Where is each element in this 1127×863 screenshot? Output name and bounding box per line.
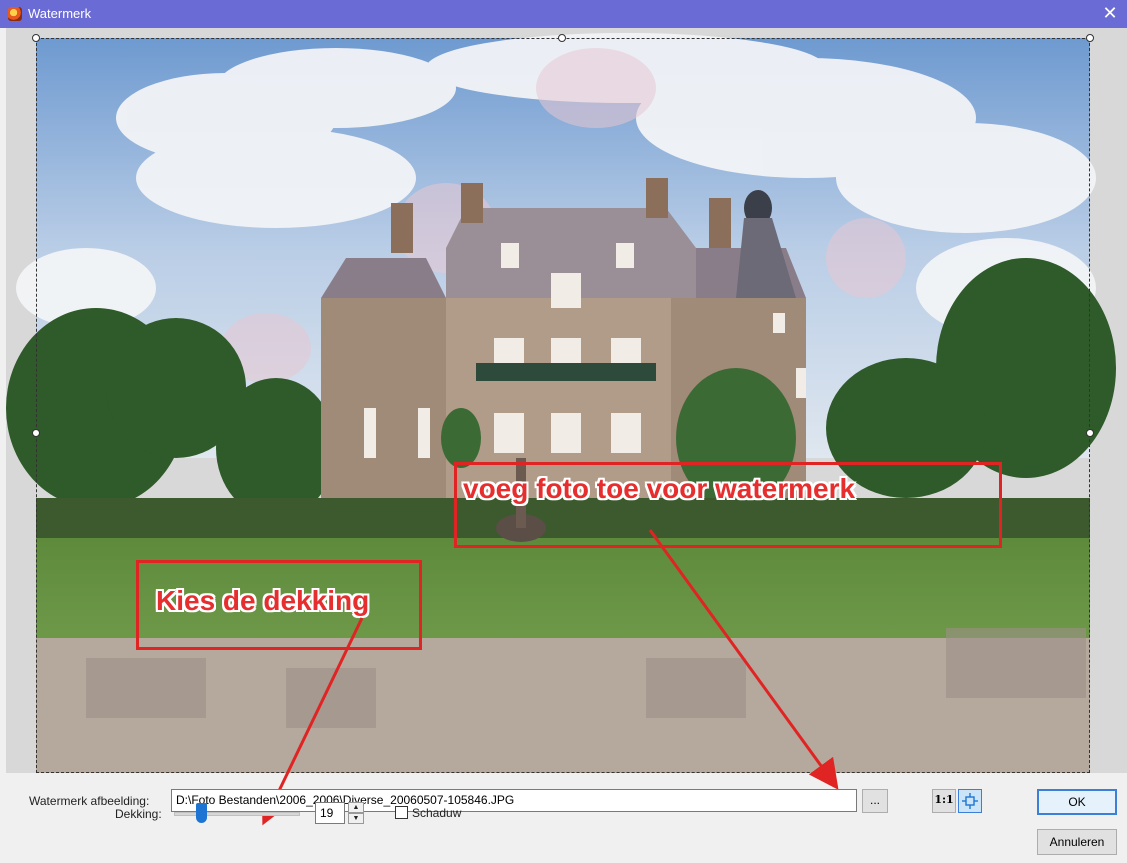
resize-handle-middle-left[interactable]	[32, 429, 40, 437]
opacity-slider-track[interactable]	[174, 812, 300, 816]
spin-down-button[interactable]: ▼	[348, 813, 364, 824]
resize-handle-middle-right[interactable]	[1086, 429, 1094, 437]
watermark-image-label: Watermerk afbeelding:	[29, 794, 150, 808]
close-icon[interactable]: ✕	[1093, 0, 1127, 28]
opacity-slider-thumb[interactable]	[196, 803, 207, 823]
annotation-add-photo: voeg foto toe voor watermerk	[463, 473, 856, 504]
app-icon	[8, 7, 22, 21]
shadow-checkbox[interactable]	[395, 806, 408, 819]
resize-handle-top-middle[interactable]	[558, 34, 566, 42]
resize-handle-top-right[interactable]	[1086, 34, 1094, 42]
fit-to-window-icon	[962, 793, 978, 809]
spin-up-button[interactable]: ▲	[348, 802, 364, 813]
title-bar: Watermerk ✕	[0, 0, 1127, 28]
browse-button[interactable]: ...	[862, 789, 888, 813]
actual-size-button[interactable]: 1:1	[932, 789, 956, 813]
cancel-button[interactable]: Annuleren	[1037, 829, 1117, 855]
ok-button[interactable]: OK	[1037, 789, 1117, 815]
shadow-label[interactable]: Schaduw	[412, 806, 461, 820]
castle-photo	[6, 33, 1116, 773]
window-title: Watermerk	[28, 6, 92, 21]
resize-handle-top-left[interactable]	[32, 34, 40, 42]
fit-to-window-button[interactable]	[958, 789, 982, 813]
opacity-value-field[interactable]: 19	[315, 802, 345, 824]
opacity-label: Dekking:	[115, 807, 162, 821]
watermark-path-field[interactable]: D:\Foto Bestanden\2006_2006\Diverse_2006…	[171, 789, 857, 812]
annotation-opacity: Kies de dekking	[156, 585, 370, 616]
preview-area[interactable]: voeg foto toe voor watermerk Kies de dek…	[6, 28, 1127, 773]
